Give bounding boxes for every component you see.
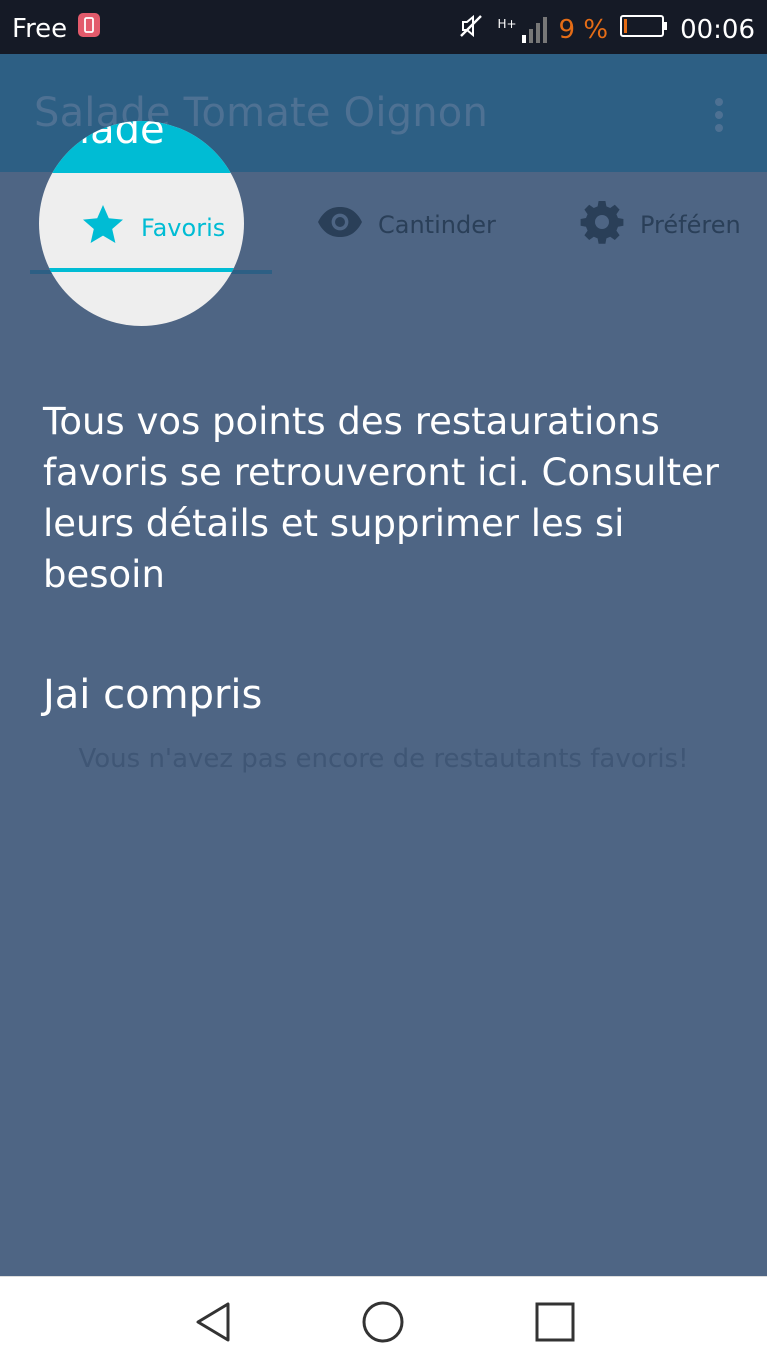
status-left: Free: [12, 12, 101, 45]
tab-preferences[interactable]: Préféren: [578, 172, 741, 278]
more-vert-icon[interactable]: [715, 98, 725, 132]
home-icon[interactable]: [360, 1299, 406, 1345]
eye-icon: [316, 198, 364, 252]
tab-label: Cantinder: [378, 211, 496, 239]
recents-icon[interactable]: [532, 1299, 578, 1345]
carrier-label: Free: [12, 13, 68, 44]
back-icon[interactable]: [192, 1299, 238, 1345]
spotlight-tab-favoris[interactable]: Favoris: [79, 201, 225, 255]
mute-icon: [457, 12, 485, 47]
got-it-button[interactable]: Jai compris: [43, 672, 262, 718]
battery-icon: [620, 14, 668, 45]
spotlight-tab-indicator: [39, 268, 244, 272]
battery-percent: 9 %: [558, 14, 609, 45]
empty-favorites-message: Vous n'avez pas encore de restautants fa…: [78, 744, 689, 774]
tab-label: Préféren: [640, 211, 741, 239]
star-icon: [79, 201, 127, 255]
spotlight-app-bar: lade: [39, 121, 244, 173]
signal-icon: H+: [497, 16, 547, 43]
spotlight-title: lade: [79, 121, 165, 153]
clock: 00:06: [680, 14, 755, 45]
gear-icon: [578, 198, 626, 252]
status-right: H+ 9 % 00:06: [457, 12, 755, 47]
navigation-bar: [0, 1276, 767, 1366]
status-bar: Free H+ 9 % 00:06: [0, 0, 767, 54]
notification-icon: [77, 12, 101, 45]
network-type: H+: [497, 16, 517, 31]
tab-cantinder[interactable]: Cantinder: [316, 172, 496, 278]
tab-label: Favoris: [141, 214, 226, 242]
tutorial-spotlight[interactable]: lade Favoris: [39, 121, 244, 326]
tutorial-text: Tous vos points des restaurations favori…: [43, 400, 719, 596]
